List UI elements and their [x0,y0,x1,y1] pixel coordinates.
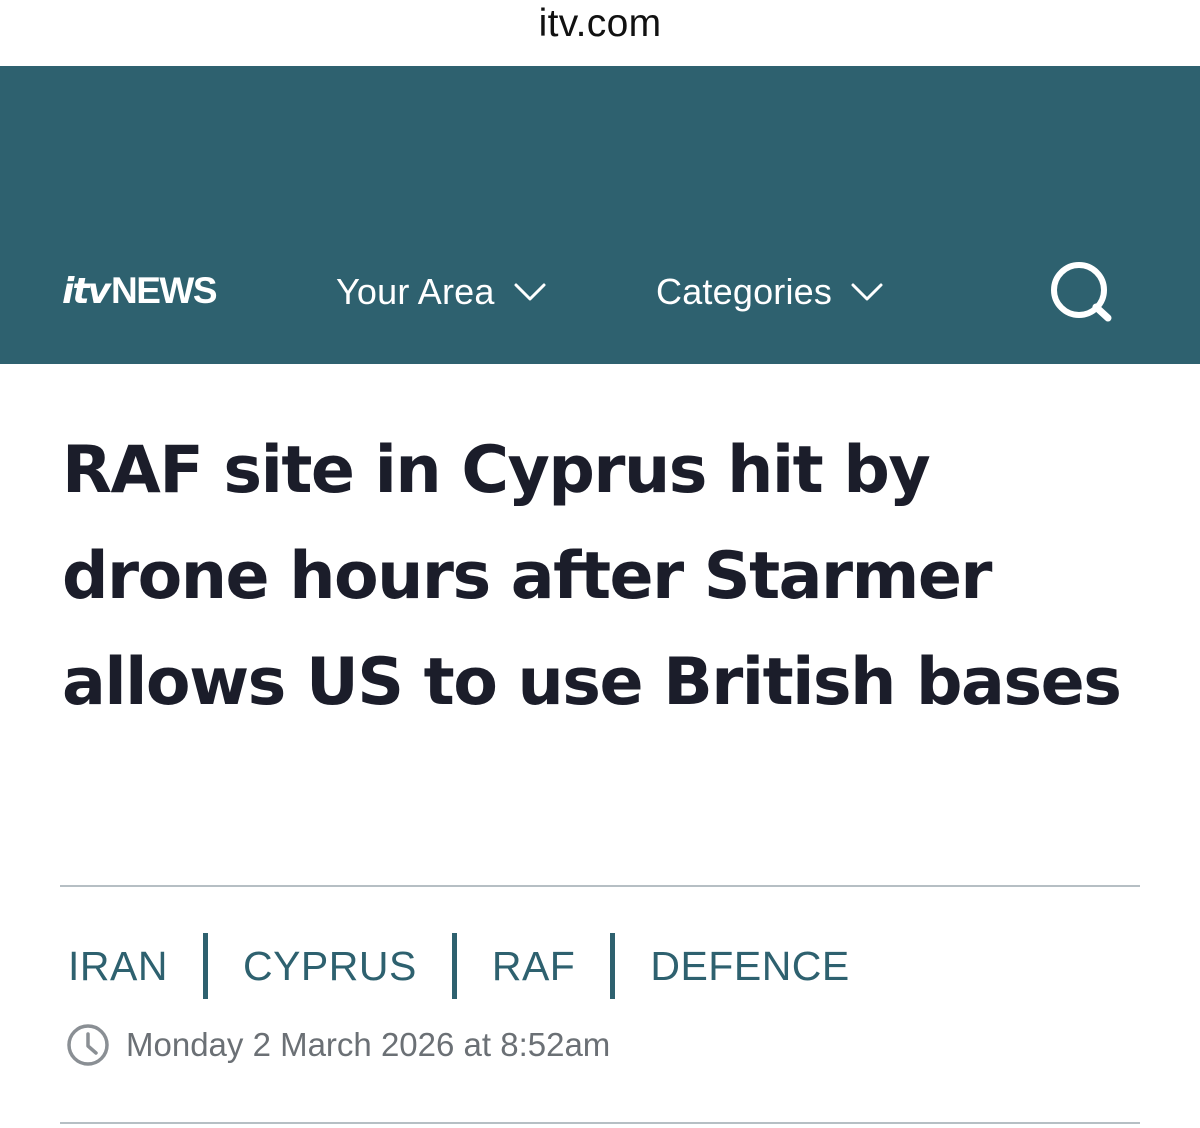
tag-separator [202,933,208,999]
article-date: Monday 2 March 2026 at 8:52am [126,1026,611,1063]
tag-iran[interactable]: IRAN [68,943,168,990]
article-headline: RAF site in Cyprus hit by drone hours af… [62,433,1122,720]
logo-itv-text: itv [62,270,111,312]
tag-separator [451,933,457,999]
tag-raf[interactable]: RAF [492,943,576,990]
divider [60,885,1140,887]
chevron-down-icon [514,283,546,301]
tag-defence[interactable]: DEFENCE [650,943,849,990]
itv-news-logo[interactable]: itv NEWS [62,268,218,314]
browser-url-bar[interactable]: itv.com [0,0,1200,66]
article-dateline: Monday 2 March 2026 at 8:52am [66,1022,610,1068]
chevron-down-icon [851,283,883,301]
site-header: itv NEWS Your Area Categories [0,66,1200,364]
nav-categories[interactable]: Categories [656,269,884,315]
url-text[interactable]: itv.com [0,2,1200,46]
tag-separator [610,933,616,999]
divider [60,1122,1140,1124]
tag-cyprus[interactable]: CYPRUS [243,943,417,990]
nav-categories-label: Categories [656,271,833,312]
article-tags: IRAN CYPRUS RAF DEFENCE [68,932,850,1000]
search-icon[interactable] [1046,260,1114,324]
nav-your-area[interactable]: Your Area [336,269,547,315]
clock-icon [67,1024,109,1066]
nav-your-area-label: Your Area [336,271,495,312]
logo-news-text: NEWS [111,270,218,311]
